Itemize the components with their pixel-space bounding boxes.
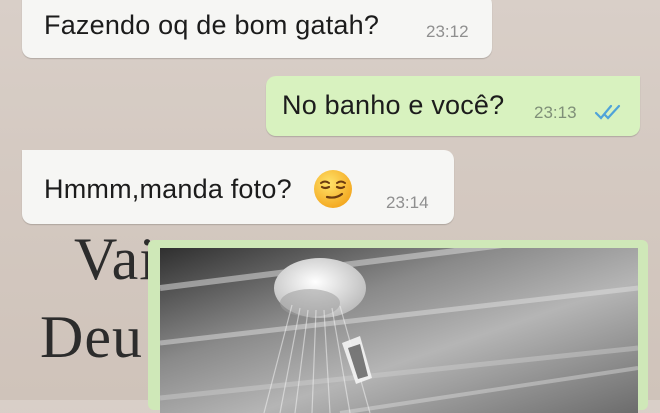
- chat-view: Vai Deu Fazendo oq de bom gatah? 23:12 N…: [0, 0, 660, 413]
- image-message-bubble[interactable]: [148, 240, 648, 413]
- message-text: Hmmm,manda foto?: [44, 174, 292, 204]
- message-text: No banho e você?: [282, 90, 505, 120]
- message-timestamp: 23:13: [534, 103, 577, 122]
- incoming-message-bubble[interactable]: Hmmm,manda foto? 23:14: [22, 150, 454, 224]
- double-check-icon: [594, 104, 621, 120]
- background-text-line-2: Deu: [40, 304, 143, 370]
- incoming-message-bubble[interactable]: Fazendo oq de bom gatah? 23:12: [22, 0, 492, 58]
- message-timestamp: 23:14: [386, 193, 429, 212]
- message-timestamp: 23:12: [426, 22, 469, 41]
- message-text: Fazendo oq de bom gatah?: [44, 10, 380, 40]
- smirking-face-emoji-icon: [314, 170, 352, 208]
- background-text-line-1: Vai: [74, 226, 157, 292]
- outgoing-message-bubble[interactable]: No banho e você? 23:13: [266, 76, 640, 136]
- shower-photo[interactable]: [160, 248, 638, 413]
